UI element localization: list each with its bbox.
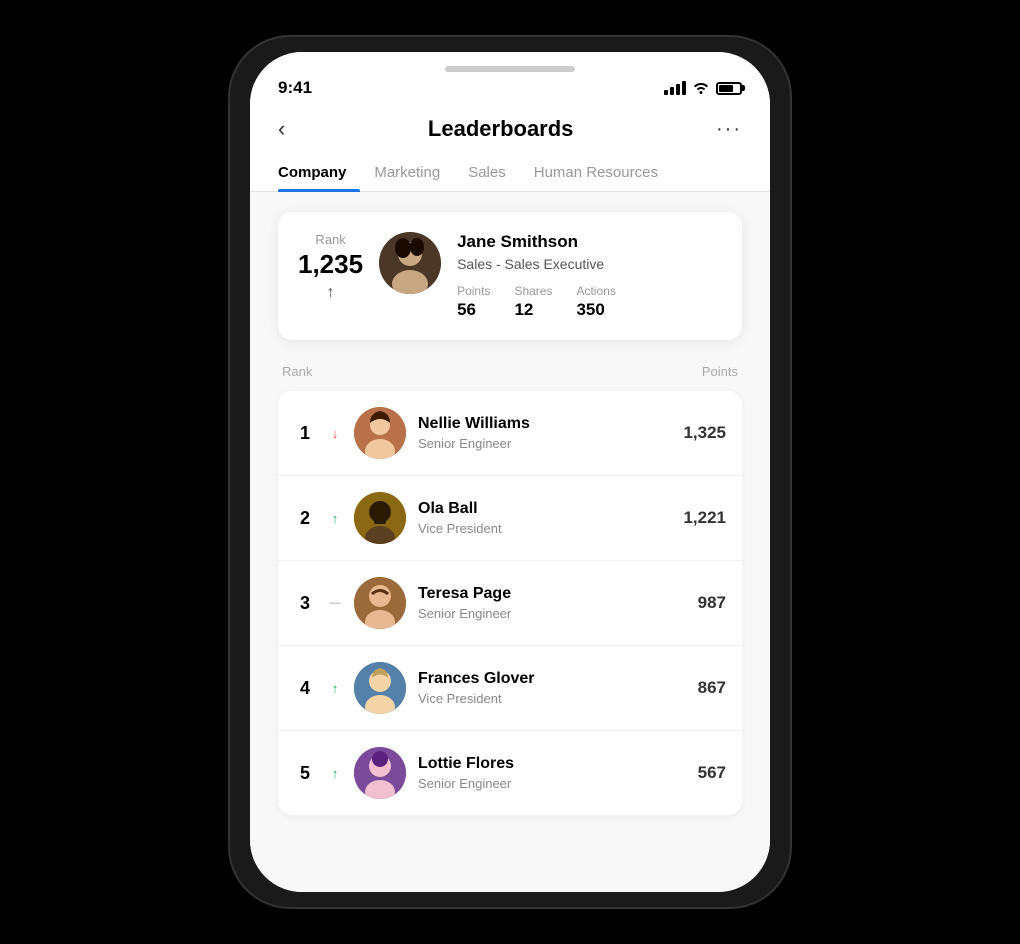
status-time: 9:41	[278, 78, 312, 98]
current-user-role: Sales - Sales Executive	[457, 256, 722, 272]
leader-name: Teresa Page	[418, 585, 686, 603]
table-row[interactable]: 4 ↑ Frances Glover Vice President	[278, 646, 742, 731]
leader-name: Frances Glover	[418, 670, 686, 688]
back-button[interactable]: ‹	[278, 116, 285, 142]
shares-label: Shares	[514, 284, 552, 298]
points-value: 56	[457, 300, 490, 320]
leader-rank: 2	[294, 508, 316, 529]
wifi-icon	[692, 80, 710, 97]
leader-name: Nellie Williams	[418, 415, 671, 433]
leader-info: Teresa Page Senior Engineer	[418, 585, 686, 621]
trend-up-icon: ↑	[328, 766, 342, 781]
leader-info: Frances Glover Vice President	[418, 670, 686, 706]
main-content: Rank 1,235 ↑ Jane Smithson	[250, 192, 770, 892]
avatar	[354, 577, 406, 629]
stat-actions: Actions 350	[576, 284, 615, 320]
tab-hr[interactable]: Human Resources	[520, 154, 672, 191]
stats-row: Points 56 Shares 12 Actions 350	[457, 284, 722, 320]
rank-trend-icon: ↑	[327, 284, 335, 302]
leader-role: Senior Engineer	[418, 606, 686, 621]
tab-bar: Company Marketing Sales Human Resources	[250, 154, 770, 192]
rank-number: 1,235	[298, 249, 363, 280]
leader-role: Senior Engineer	[418, 436, 671, 451]
leaderboard-list: 1 ↓ Nellie Williams Senior Engineer	[278, 391, 742, 815]
current-user-card: Rank 1,235 ↑ Jane Smithson	[278, 212, 742, 340]
leader-info: Ola Ball Vice President	[418, 500, 671, 536]
avatar	[354, 662, 406, 714]
leader-points: 567	[698, 763, 726, 783]
stat-points: Points 56	[457, 284, 490, 320]
table-row[interactable]: 5 ↑ Lottie Flores Senior Engineer	[278, 731, 742, 815]
leader-points: 1,325	[683, 423, 726, 443]
leader-name: Ola Ball	[418, 500, 671, 518]
avatar	[354, 747, 406, 799]
table-row[interactable]: 2 ↑ Ola Ball Vice President	[278, 476, 742, 561]
list-header: Rank Points	[278, 364, 742, 391]
list-header-rank: Rank	[282, 364, 312, 379]
actions-label: Actions	[576, 284, 615, 298]
trend-flat-icon: —	[328, 597, 342, 609]
tab-marketing[interactable]: Marketing	[360, 154, 454, 191]
leader-rank: 5	[294, 763, 316, 784]
rank-label: Rank	[315, 232, 345, 247]
table-row[interactable]: 1 ↓ Nellie Williams Senior Engineer	[278, 391, 742, 476]
trend-up-icon: ↑	[328, 511, 342, 526]
leader-rank: 1	[294, 423, 316, 444]
notch	[278, 66, 742, 72]
leader-points: 1,221	[683, 508, 726, 528]
leader-points: 867	[698, 678, 726, 698]
tab-sales[interactable]: Sales	[454, 154, 520, 191]
avatar	[354, 492, 406, 544]
shares-value: 12	[514, 300, 552, 320]
leader-role: Vice President	[418, 691, 686, 706]
page-title: Leaderboards	[428, 116, 574, 142]
leader-info: Lottie Flores Senior Engineer	[418, 755, 686, 791]
current-user-info: Jane Smithson Sales - Sales Executive Po…	[457, 232, 722, 320]
phone-device: 9:41 ‹ Leaderb	[230, 37, 790, 907]
stat-shares: Shares 12	[514, 284, 552, 320]
status-bar: 9:41	[278, 78, 742, 98]
avatar	[354, 407, 406, 459]
leader-points: 987	[698, 593, 726, 613]
trend-down-icon: ↓	[328, 426, 342, 441]
battery-icon	[716, 82, 742, 95]
status-icons	[664, 80, 742, 97]
signal-icon	[664, 81, 686, 95]
more-button[interactable]: ···	[716, 118, 742, 141]
leader-info: Nellie Williams Senior Engineer	[418, 415, 671, 451]
leader-rank: 3	[294, 593, 316, 614]
current-user-name: Jane Smithson	[457, 232, 722, 252]
phone-screen: 9:41 ‹ Leaderb	[250, 52, 770, 892]
status-bar-area: 9:41	[250, 52, 770, 108]
points-label: Points	[457, 284, 490, 298]
trend-up-icon: ↑	[328, 681, 342, 696]
leader-rank: 4	[294, 678, 316, 699]
actions-value: 350	[576, 300, 615, 320]
rank-section: Rank 1,235 ↑	[298, 232, 363, 302]
leader-role: Senior Engineer	[418, 776, 686, 791]
header: ‹ Leaderboards ···	[250, 108, 770, 154]
leader-role: Vice President	[418, 521, 671, 536]
leader-name: Lottie Flores	[418, 755, 686, 773]
tab-company[interactable]: Company	[278, 154, 360, 191]
list-header-points: Points	[702, 364, 738, 379]
table-row[interactable]: 3 — Teresa Page Senior Engineer	[278, 561, 742, 646]
current-user-avatar	[379, 232, 441, 294]
